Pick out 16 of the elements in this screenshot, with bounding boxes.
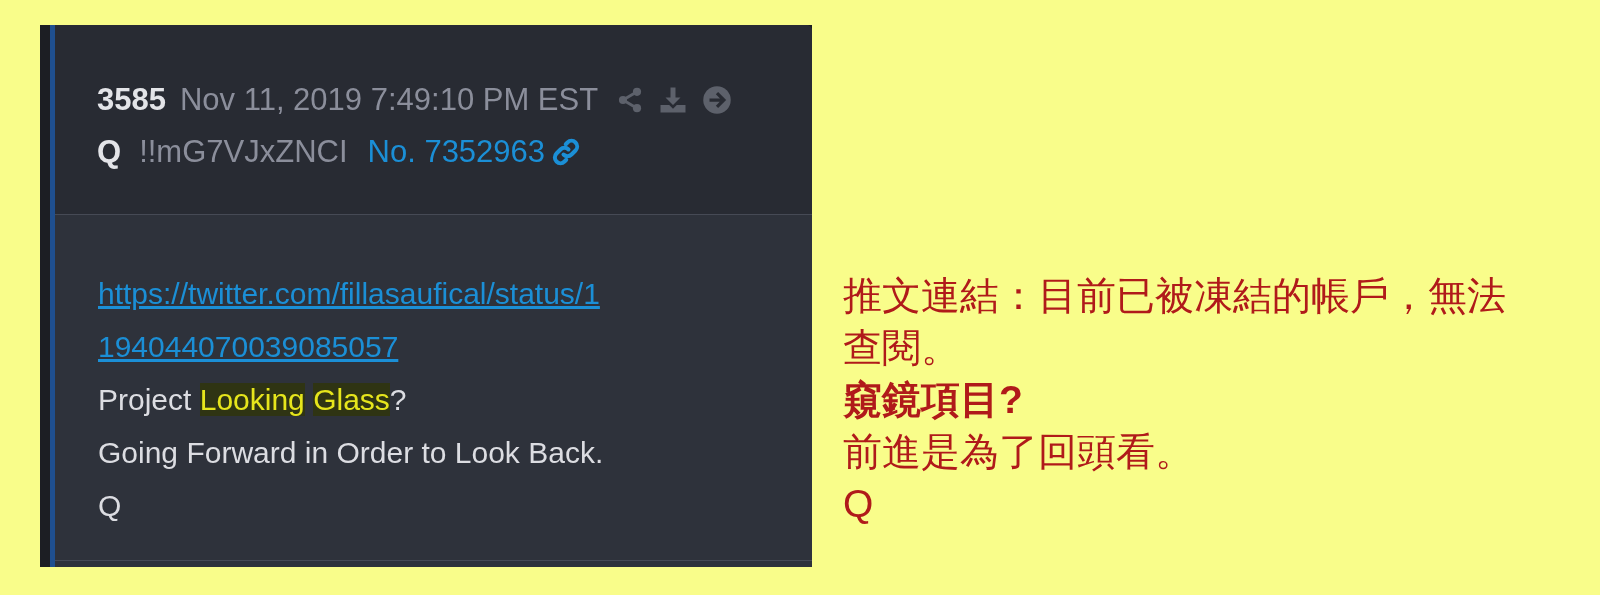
tweet-link[interactable]: https://twitter.com/fillasaufical/status/1194044070039085057: [98, 267, 606, 373]
post-text: Project Looking Glass?: [98, 382, 408, 418]
download-icon[interactable]: [658, 85, 689, 115]
post-number-link[interactable]: No. 7352963: [367, 132, 546, 172]
annotation-text: 前進是為了回頭看。: [843, 429, 1195, 475]
annotation-text: 推文連結：目前已被凍結的帳戶，無法查閱。: [843, 273, 1507, 371]
tripcode: !!mG7VJxZNCI: [139, 133, 348, 171]
post-timestamp: Nov 11, 2019 7:49:10 PM EST: [179, 81, 599, 119]
post-number: 3585: [97, 81, 166, 119]
annotation-text: Q: [843, 481, 875, 527]
link-icon[interactable]: [551, 137, 582, 167]
post-text: Going Forward in Order to Look Back.: [98, 435, 605, 471]
author-name: Q: [97, 133, 122, 171]
annotation-text: 窺鏡項目?: [843, 377, 1024, 423]
arrow-right-circle-icon[interactable]: [702, 85, 733, 115]
post-text: Q: [98, 488, 123, 524]
